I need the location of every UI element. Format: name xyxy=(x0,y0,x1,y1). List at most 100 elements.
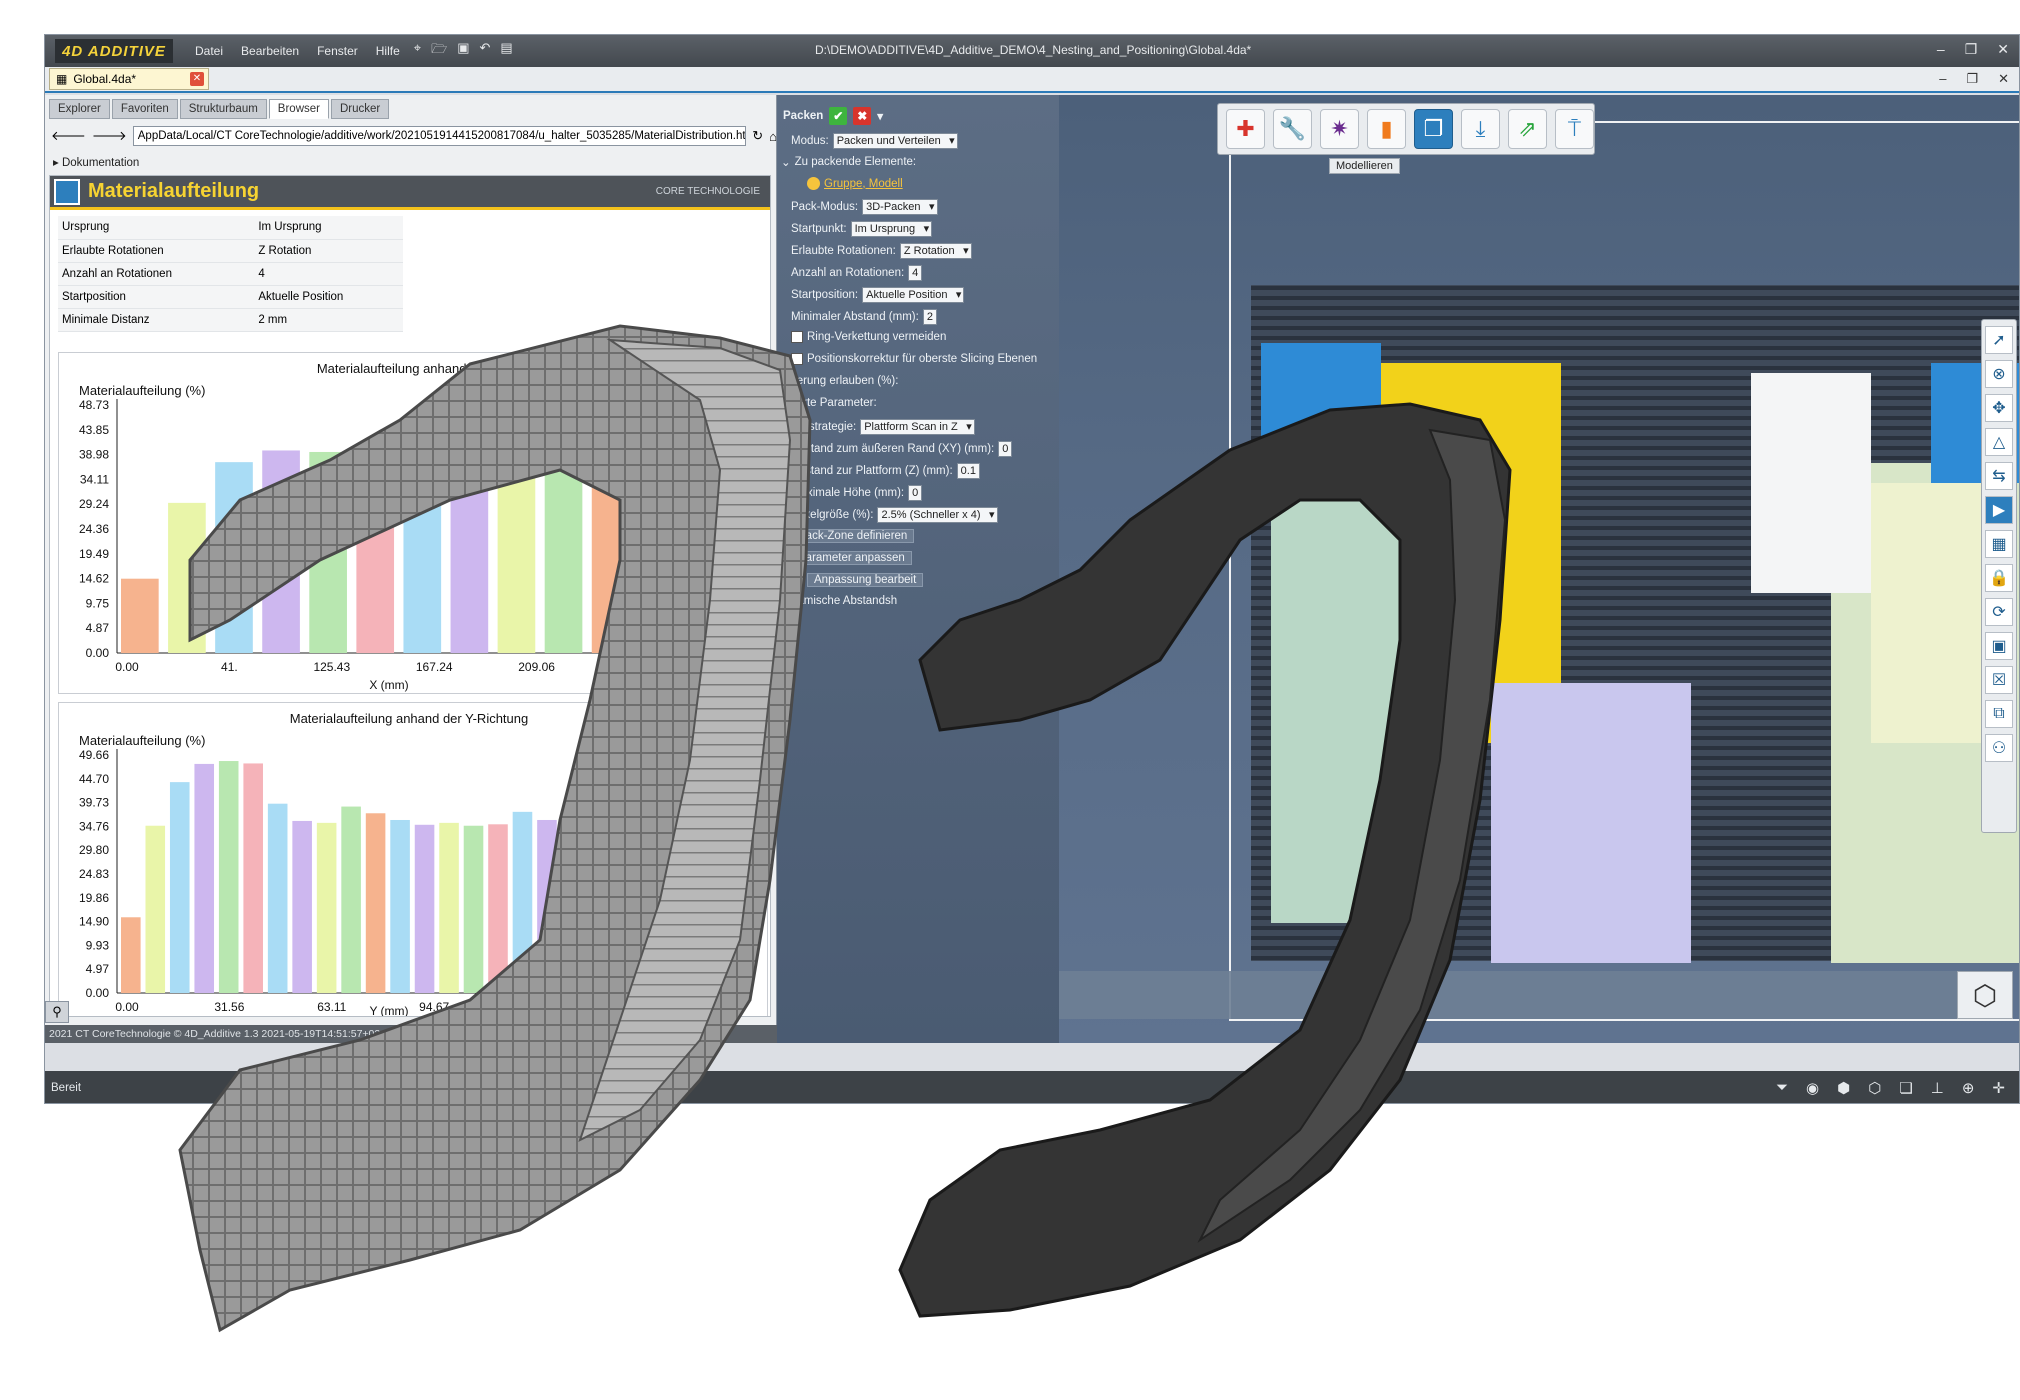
strategy-select[interactable]: Plattform Scan in Z xyxy=(860,419,975,435)
ring-checkbox[interactable] xyxy=(791,331,803,343)
box-icon[interactable]: ⬡ xyxy=(1868,1079,1881,1097)
home-icon[interactable]: ⌂ xyxy=(769,129,777,144)
edit-checkbox[interactable] xyxy=(791,574,803,586)
minimize-icon[interactable]: – xyxy=(1937,41,1945,58)
support-pin-icon[interactable]: ⍑ xyxy=(1555,109,1594,149)
grid-layout-icon[interactable]: ▦ xyxy=(1985,530,2013,558)
pack-zone-button[interactable]: Pack-Zone definieren xyxy=(791,529,915,543)
triangle-icon[interactable]: △ xyxy=(1985,428,2013,456)
menu-hilfe[interactable]: Hilfe xyxy=(376,44,400,58)
cross-box-icon[interactable]: ☒ xyxy=(1985,666,2013,694)
chart-x-label: Y (mm) xyxy=(369,1004,408,1017)
back-arrow-icon[interactable]: 🡐 xyxy=(51,128,86,144)
confirm-check-icon[interactable]: ✔ xyxy=(829,107,848,125)
cancel-x-icon[interactable]: ✖ xyxy=(853,107,872,125)
edit-adjust-button[interactable]: Anpassung bearbeit xyxy=(807,573,924,587)
documentation-link[interactable]: ▸ Dokumentation xyxy=(53,155,139,169)
cancel-circle-icon[interactable]: ⊗ xyxy=(1985,360,2013,388)
layers-icon[interactable]: ❏ xyxy=(1899,1079,1912,1097)
min-dist-field[interactable]: 2 xyxy=(922,309,937,325)
chart-bar xyxy=(218,761,239,993)
chart-bar xyxy=(638,462,677,653)
edge-field[interactable]: 0 xyxy=(998,441,1013,457)
frame-icon[interactable]: ▣ xyxy=(1985,632,2013,660)
collapse-chevron-icon: ⌄ xyxy=(781,157,791,169)
dropdown-arrow-icon[interactable]: ▾ xyxy=(877,109,883,123)
menu-bearbeiten[interactable]: Bearbeiten xyxy=(241,44,299,58)
table-row: Ursprung Im Ursprung xyxy=(58,216,403,240)
advanced-row[interactable]: iterte Parameter: xyxy=(791,397,877,409)
chart-bar xyxy=(356,458,395,653)
startpos-select[interactable]: Aktuelle Position xyxy=(862,287,965,303)
reload-icon[interactable]: ↻ xyxy=(752,128,763,144)
url-field[interactable]: AppData/Local/CT CoreTechnologie/additiv… xyxy=(132,126,747,146)
tab-explorer[interactable]: Explorer xyxy=(49,99,110,119)
rotation-select[interactable]: Z Rotation xyxy=(899,243,972,259)
tab-favoriten[interactable]: Favoriten xyxy=(111,99,178,119)
filter-icon[interactable]: ⏷ xyxy=(1776,1079,1788,1097)
doc-close-icon[interactable]: ✕ xyxy=(1998,71,2009,87)
select-arrow-icon[interactable]: ➚ xyxy=(1985,326,2013,354)
close-icon[interactable]: ✕ xyxy=(1997,41,2009,58)
elements-row[interactable]: ⌄ Zu packende Elemente: xyxy=(781,155,916,169)
ring-label: Ring-Verkettung vermeiden xyxy=(807,331,947,343)
restore-icon[interactable]: ❐ xyxy=(1965,41,1978,58)
add-cross-icon[interactable]: ✚ xyxy=(1226,109,1265,149)
undo-icon[interactable]: ↶ xyxy=(480,40,491,62)
chart-bar xyxy=(659,829,680,993)
transfer-icon[interactable]: ⇆ xyxy=(1985,462,2013,490)
forward-arrow-icon[interactable]: 🡒 xyxy=(92,128,127,144)
star-burst-icon[interactable]: ✷ xyxy=(1320,109,1359,149)
lock-icon[interactable]: 🔒 xyxy=(1985,564,2013,592)
person-icon[interactable]: ⚇ xyxy=(1985,734,2013,762)
target-icon[interactable]: ⊕ xyxy=(1962,1079,1975,1097)
rotate-icon[interactable]: ⟳ xyxy=(1985,598,2013,626)
pack-mode-select[interactable]: 3D-Packen xyxy=(862,199,938,215)
save-icon[interactable]: ▣ xyxy=(457,40,469,62)
copy-layers-icon[interactable]: ❐ xyxy=(1414,109,1453,149)
repair-wrench-icon[interactable]: 🔧 xyxy=(1273,109,1312,149)
duplicate-icon[interactable]: ⧉ xyxy=(1985,700,2013,728)
table-row: Anzahl an Rotationen 4 xyxy=(58,262,403,286)
group-row[interactable]: Gruppe, Modell xyxy=(807,177,903,190)
poscorr-checkbox[interactable] xyxy=(791,353,803,365)
param-value: Aktuelle Position xyxy=(234,285,403,309)
cube-icon[interactable]: ⬢ xyxy=(1837,1079,1850,1097)
voxel-select[interactable]: 2.5% (Schneller x 4) xyxy=(877,507,998,523)
tab-close-icon[interactable]: ✕ xyxy=(190,72,204,86)
chart-bar xyxy=(267,803,288,993)
help-pointer-icon[interactable]: ⌖ xyxy=(414,40,421,62)
view-cube-icon[interactable]: ⬡ xyxy=(1957,971,2013,1019)
axis-icon[interactable]: ✛ xyxy=(1992,1079,2005,1097)
tab-drucker[interactable]: Drucker xyxy=(330,99,390,119)
tab-strukturbaum[interactable]: Strukturbaum xyxy=(179,99,267,119)
menu-fenster[interactable]: Fenster xyxy=(317,44,358,58)
platform-field[interactable]: 0.1 xyxy=(956,463,980,479)
y-tick-label: 24.83 xyxy=(79,867,109,881)
bar-chart-icon[interactable]: ▮ xyxy=(1367,109,1406,149)
y-tick-label: 44.70 xyxy=(79,772,109,786)
eye-icon[interactable]: ◉ xyxy=(1806,1079,1819,1097)
3d-viewport[interactable]: ✚ 🔧 ✷ ▮ ❐ ⤓ ⇗ ⍑ Modellieren ➚ ⊗ ✥ △ ⇆ ▶ … xyxy=(1059,95,2019,1043)
download-icon[interactable]: ⤓ xyxy=(1461,109,1500,149)
open-folder-icon[interactable]: 🗁 xyxy=(431,40,447,62)
move-icon[interactable]: ✥ xyxy=(1985,394,2013,422)
measure-icon[interactable]: ⊥ xyxy=(1931,1079,1944,1097)
pack-icon[interactable]: ▶ xyxy=(1985,496,2013,524)
adjust-params-button[interactable]: Parameter anpassen xyxy=(791,551,912,565)
start-select[interactable]: Im Ursprung xyxy=(850,221,933,237)
group-link[interactable]: Gruppe, Modell xyxy=(824,178,903,190)
tab-browser[interactable]: Browser xyxy=(268,99,329,119)
param-label: Anzahl an Rotationen xyxy=(58,262,235,286)
pack-mode-row: Pack-Modus: 3D-Packen xyxy=(791,199,938,215)
max-height-field[interactable]: 0 xyxy=(908,485,923,501)
document-tab[interactable]: ▦ Global.4da* ✕ xyxy=(49,68,209,90)
zoom-icon[interactable]: ⚲ xyxy=(45,1001,69,1023)
modus-select[interactable]: Packen und Verteilen xyxy=(832,133,958,149)
rotation-count-field[interactable]: 4 xyxy=(908,265,923,281)
export-icon[interactable]: ⇗ xyxy=(1508,109,1547,149)
menu-datei[interactable]: Datei xyxy=(195,44,223,58)
doc-minimize-icon[interactable]: – xyxy=(1939,71,1946,87)
doc-restore-icon[interactable]: ❐ xyxy=(1966,71,1978,87)
pdf-icon[interactable]: ▤ xyxy=(500,40,512,62)
